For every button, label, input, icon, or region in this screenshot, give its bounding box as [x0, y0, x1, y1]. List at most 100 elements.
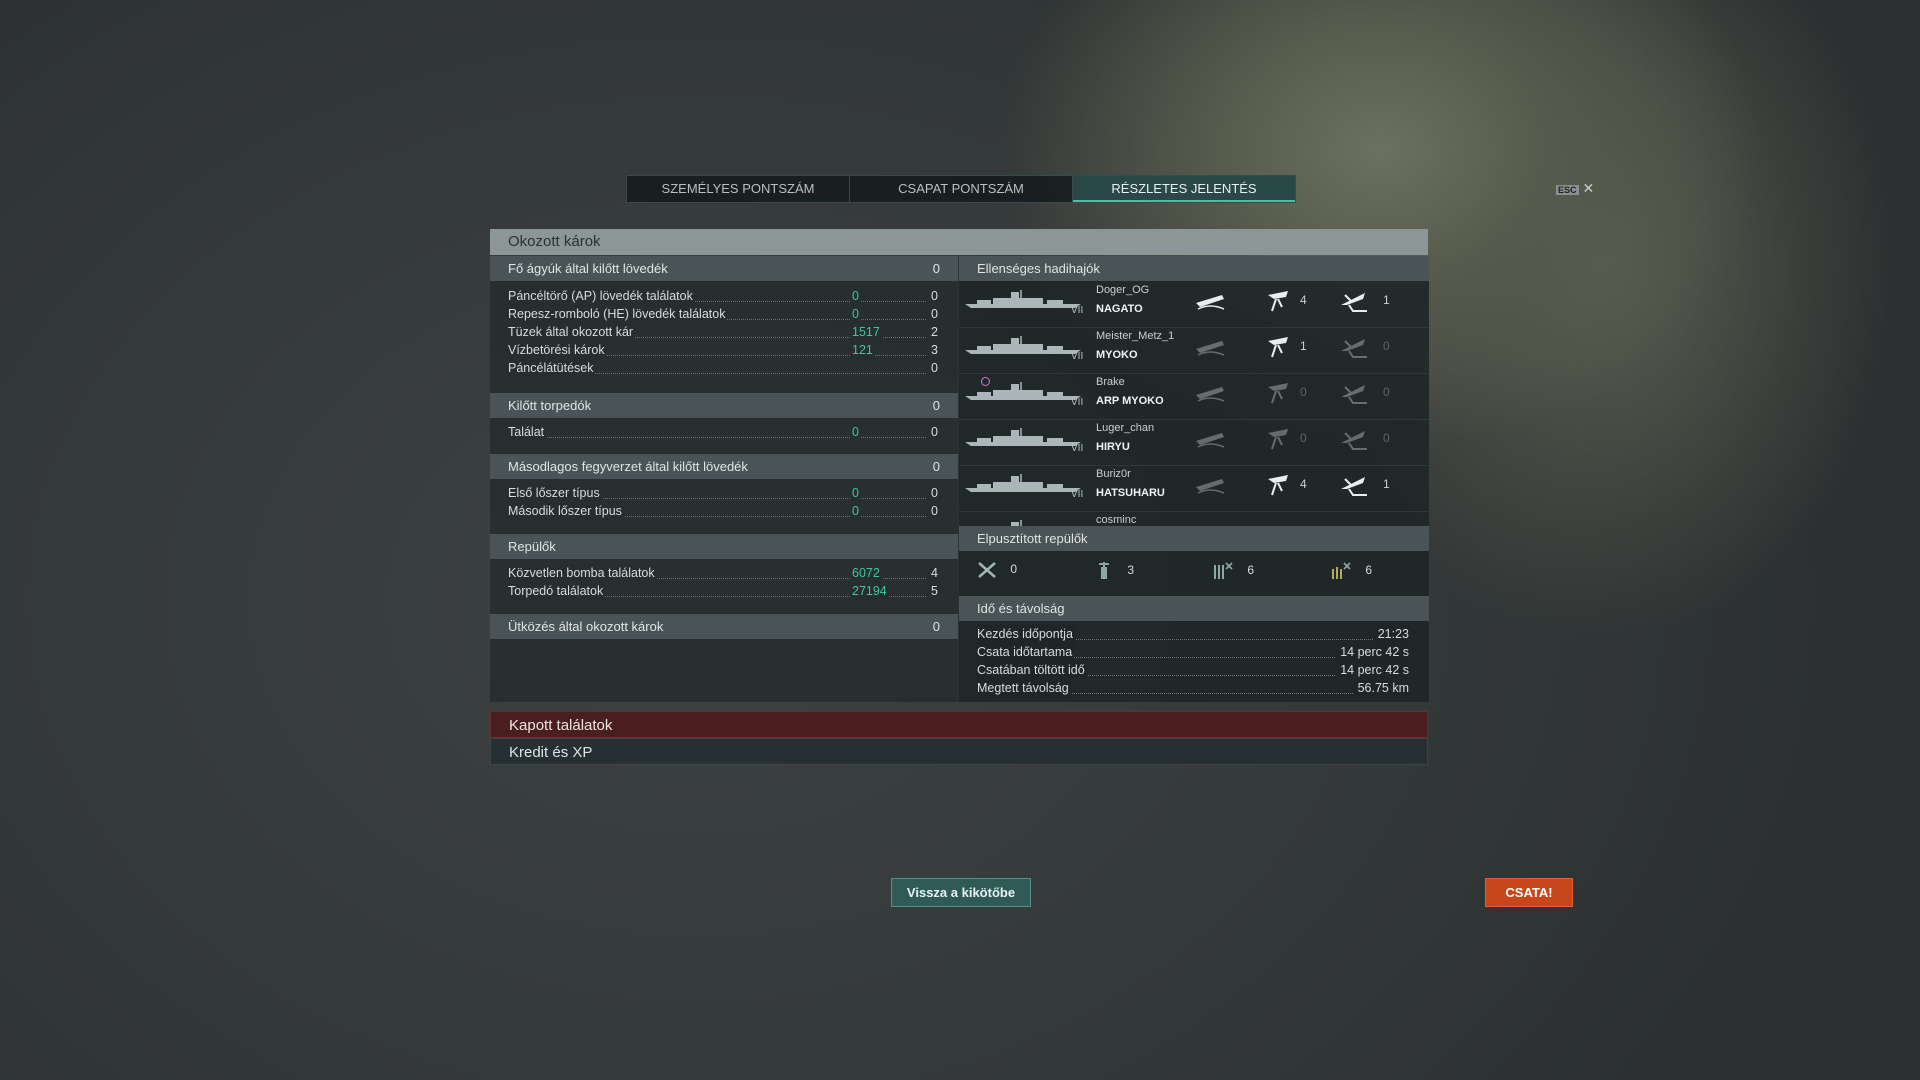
bomb-hit-count: 0: [1383, 385, 1390, 399]
enemy-ship-row: VII Meister_Metz_1 MYOKO 1 0: [959, 327, 1429, 374]
planes-destroyed-header: Elpusztított repülők: [959, 526, 1429, 551]
stat-label: Második lőszer típus: [508, 502, 624, 520]
stat-label: Repesz-romboló (HE) lövedék találatok: [508, 305, 728, 323]
tab-team-score[interactable]: CSAPAT PONTSZÁM: [850, 176, 1073, 202]
ship-silhouette-icon: [965, 474, 1081, 492]
time-row: Csatában töltött idő 14 perc 42 s: [977, 661, 1409, 679]
player-name: Doger_OG: [1096, 284, 1150, 296]
ramming-label: Ütközés által okozott károk: [508, 619, 664, 634]
bomb-hit-count: 1: [1383, 293, 1390, 307]
time-row: Csata időtartama 14 perc 42 s: [977, 643, 1409, 661]
torpedo-hit-count: 1: [1300, 339, 1307, 353]
dive-bomber-stat: 3: [1094, 561, 1134, 581]
stat-row: Vízbetörési károk 121 3: [508, 341, 940, 359]
ship-silhouette: [963, 427, 1083, 447]
stat-row: Második lőszer típus 0 0: [508, 502, 940, 520]
stat-label: Tüzek által okozott kár: [508, 323, 636, 341]
enemy-ship-list[interactable]: VII Doger_OG NAGATO 4 1 VII Meister_Metz_1 MYOK…: [959, 281, 1429, 526]
enemy-ship-row: VII Buriz0r HATSUHARU 4 1: [959, 465, 1429, 512]
secondary-header: Másodlagos fegyverzet által kilőtt löved…: [490, 454, 958, 479]
esc-close-button[interactable]: ESC ✕: [1556, 180, 1594, 197]
stat-row: Tüzek által okozott kár 1517 2: [508, 323, 940, 341]
stat-damage: 6072: [850, 564, 882, 582]
ship-name: NAGATO: [1096, 303, 1143, 315]
stat-count: 0: [927, 423, 940, 441]
stat-count: 5: [927, 582, 940, 600]
main-battery-label: Fő ágyúk által kilőtt lövedék: [508, 261, 668, 276]
sunk-ship-icon: [1194, 427, 1226, 451]
torpedo-bomber-icon: [1214, 562, 1233, 579]
torpedo-hit-count: 0: [1300, 431, 1307, 445]
stat-row: Első lőszer típus 0 0: [508, 484, 940, 502]
damage-dealt-header: Okozott károk: [490, 229, 1428, 255]
return-to-port-button[interactable]: Vissza a kikötőbe: [891, 878, 1031, 907]
stat-label: Torpedó találatok: [508, 582, 606, 600]
time-value: 14 perc 42 s: [1336, 643, 1409, 661]
credits-xp-bar[interactable]: Kredit és XP: [490, 738, 1428, 765]
stat-row: Páncéltörő (AP) lövedék találatok 0 0: [508, 287, 940, 305]
stat-damage: 0: [850, 502, 861, 520]
stat-damage: 1517: [850, 323, 882, 341]
fighter-stat: 0: [977, 561, 1017, 579]
received-hits-bar[interactable]: Kapott találatok: [490, 711, 1428, 738]
damage-stats-panel: Fő ágyúk által kilőtt lövedék 0 Páncéltö…: [490, 256, 958, 702]
bomb-hit-count: 1: [1383, 477, 1390, 491]
torpedo-bomber-count: 6: [1247, 563, 1255, 578]
stat-label: Páncéltörő (AP) lövedék találatok: [508, 287, 695, 305]
player-name: Luger_chan: [1096, 422, 1155, 434]
enemy-ship-row: VII Doger_OG NAGATO 4 1: [959, 281, 1429, 328]
ship-name: ARP MYOKO: [1096, 395, 1164, 407]
bomb-hit-count: 0: [1383, 339, 1390, 353]
ramming-value: 0: [932, 619, 940, 634]
ship-tier: VII: [1071, 305, 1084, 316]
bomb-hit-icon: [1339, 289, 1371, 313]
tab-personal-score[interactable]: SZEMÉLYES PONTSZÁM: [627, 176, 850, 202]
ship-silhouette-icon: [965, 290, 1081, 308]
main-battery-value: 0: [932, 261, 940, 276]
arp-emblem-icon: [981, 377, 990, 386]
player-name: Brake: [1096, 376, 1125, 388]
dive-bomber-count: 3: [1127, 563, 1135, 578]
ship-name: HIRYU: [1096, 441, 1130, 453]
torpedoes-header: Kilőtt torpedók 0: [490, 393, 958, 418]
torpedo-hit-icon: [1264, 473, 1296, 497]
ship-silhouette: [963, 473, 1083, 493]
aa-kills-stat: 6: [1330, 561, 1372, 581]
tab-detailed-report[interactable]: RÉSZLETES JELENTÉS: [1073, 176, 1295, 202]
stat-row: Közvetlen bomba találatok 6072 4: [508, 564, 940, 582]
enemy-ship-row: cosminc: [959, 511, 1429, 526]
ship-name: HATSUHARU: [1096, 487, 1165, 499]
stat-count: 0: [927, 359, 940, 377]
stat-count: 2: [927, 323, 940, 341]
bomb-hit-icon: [1339, 335, 1371, 359]
stat-damage: 0: [850, 423, 861, 441]
stat-count: 0: [927, 484, 940, 502]
torpedo-bomber-stat: 6: [1212, 561, 1254, 581]
ship-silhouette-icon: [965, 428, 1081, 446]
player-name: cosminc: [1096, 514, 1137, 526]
ship-name: MYOKO: [1096, 349, 1138, 361]
ramming-header: Ütközés által okozott károk 0: [490, 614, 958, 639]
torpedo-hit-icon: [1264, 381, 1296, 405]
stat-count: 0: [927, 287, 940, 305]
stat-label: Páncélátütések: [508, 359, 596, 377]
stat-label: Első lőszer típus: [508, 484, 602, 502]
torpedo-hit-icon: [1264, 289, 1296, 313]
stat-damage: 27194: [850, 582, 889, 600]
sunk-ship-icon: [1194, 289, 1226, 313]
dive-bomber-icon: [1099, 562, 1109, 579]
battle-button[interactable]: CSATA!: [1485, 878, 1573, 907]
secondary-label: Másodlagos fegyverzet által kilőtt löved…: [508, 459, 748, 474]
ship-silhouette: [963, 289, 1083, 309]
ship-silhouette-icon: [1011, 520, 1022, 526]
torpedo-hit-count: 4: [1300, 293, 1307, 307]
main-battery-header: Fő ágyúk által kilőtt lövedék 0: [490, 256, 958, 281]
player-name: Meister_Metz_1: [1096, 330, 1175, 342]
ship-tier: VII: [1071, 351, 1084, 362]
ship-silhouette: [963, 335, 1083, 355]
time-label: Kezdés időpontja: [977, 625, 1075, 643]
stat-count: 4: [927, 564, 940, 582]
planes-header: Repülők: [490, 534, 958, 559]
stat-row: Páncélátütések 0: [508, 359, 940, 377]
fighter-count: 0: [1010, 562, 1018, 577]
